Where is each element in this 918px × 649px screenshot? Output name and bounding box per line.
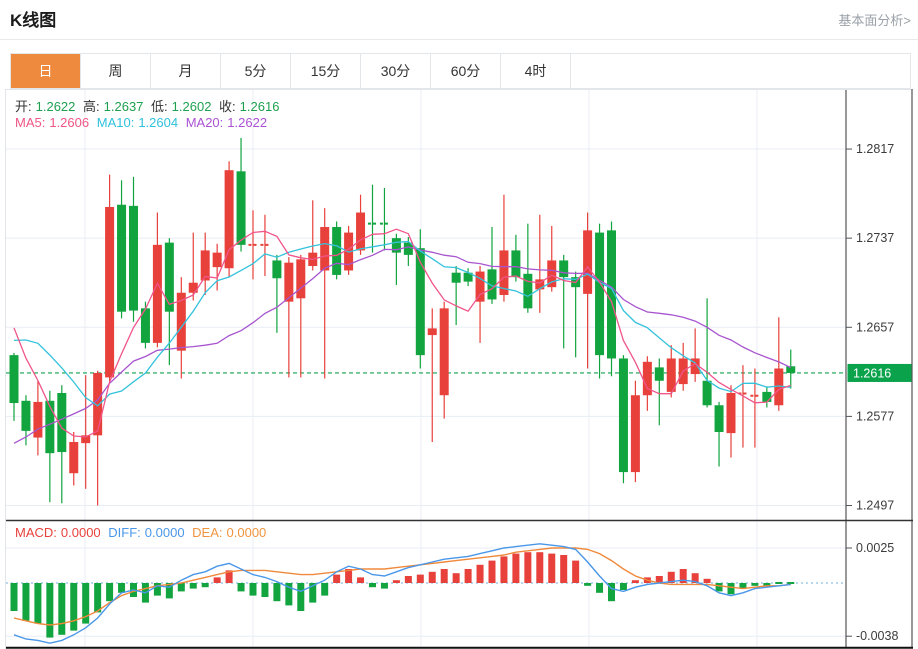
macd-readout: MACD: 0.0000 DIFF: 0.0000 DEA: 0.0000 (15, 525, 270, 540)
open-value: 1.2622 (35, 99, 76, 114)
page-title: K线图 (10, 11, 57, 30)
tab-month[interactable]: 月 (151, 54, 221, 88)
tab-60min[interactable]: 60分 (431, 54, 501, 88)
tab-15min[interactable]: 15分 (291, 54, 361, 88)
high-value: 1.2637 (103, 99, 144, 114)
tabbar-filler (571, 54, 910, 88)
diff-label: DIFF: (108, 525, 141, 540)
diff-value: 0.0000 (144, 525, 185, 540)
low-label: 低: (151, 99, 168, 114)
tab-4hour[interactable]: 4时 (501, 54, 571, 88)
kline-chart[interactable]: 1.2817 1.2737 1.2657 1.2577 1.2497 0.0025 -0.0… (6, 89, 913, 649)
svg-text:1.2577: 1.2577 (856, 409, 894, 423)
macd-label: MACD: (15, 525, 57, 540)
ma10-label: MA10: (96, 115, 135, 130)
tab-week[interactable]: 周 (81, 54, 151, 88)
close-label: 收: (219, 99, 236, 114)
dea-value: 0.0000 (226, 525, 267, 540)
kline-chart-area[interactable]: 1.2817 1.2737 1.2657 1.2577 1.2497 0.0025 -0.0… (5, 89, 913, 649)
tab-day[interactable]: 日 (11, 54, 81, 88)
dea-label: DEA: (192, 525, 223, 540)
svg-text:1.2657: 1.2657 (856, 320, 894, 334)
period-tabbar: 日 周 月 5分 15分 30分 60分 4时 (10, 53, 911, 89)
svg-text:1.2737: 1.2737 (856, 231, 894, 245)
title-divider (0, 39, 918, 40)
ma20-value: 1.2622 (227, 115, 268, 130)
ohlc-readout: 开: 1.2622 高: 1.2637 低: 1.2602 收: 1.2616 (15, 96, 283, 115)
fundamental-analysis-link[interactable]: 基本面分析> (838, 10, 911, 29)
ma-readout: MA5: 1.2606 MA10: 1.2604 MA20: 1.2622 (15, 115, 271, 130)
tab-5min[interactable]: 5分 (221, 54, 291, 88)
high-label: 高: (83, 99, 100, 114)
tab-30min[interactable]: 30分 (361, 54, 431, 88)
svg-text:1.2616: 1.2616 (853, 366, 891, 380)
ma10-value: 1.2604 (138, 115, 179, 130)
svg-text:1.2497: 1.2497 (856, 499, 894, 513)
ma20-label: MA20: (185, 115, 224, 130)
svg-text:-0.0038: -0.0038 (856, 629, 898, 643)
svg-text:0.0025: 0.0025 (856, 541, 894, 555)
ma5-label: MA5: (15, 115, 46, 130)
close-value: 1.2616 (239, 99, 280, 114)
ma5-value: 1.2606 (49, 115, 90, 130)
open-label: 开: (15, 99, 32, 114)
macd-value: 0.0000 (60, 525, 101, 540)
low-value: 1.2602 (171, 99, 212, 114)
svg-text:1.2817: 1.2817 (856, 142, 894, 156)
